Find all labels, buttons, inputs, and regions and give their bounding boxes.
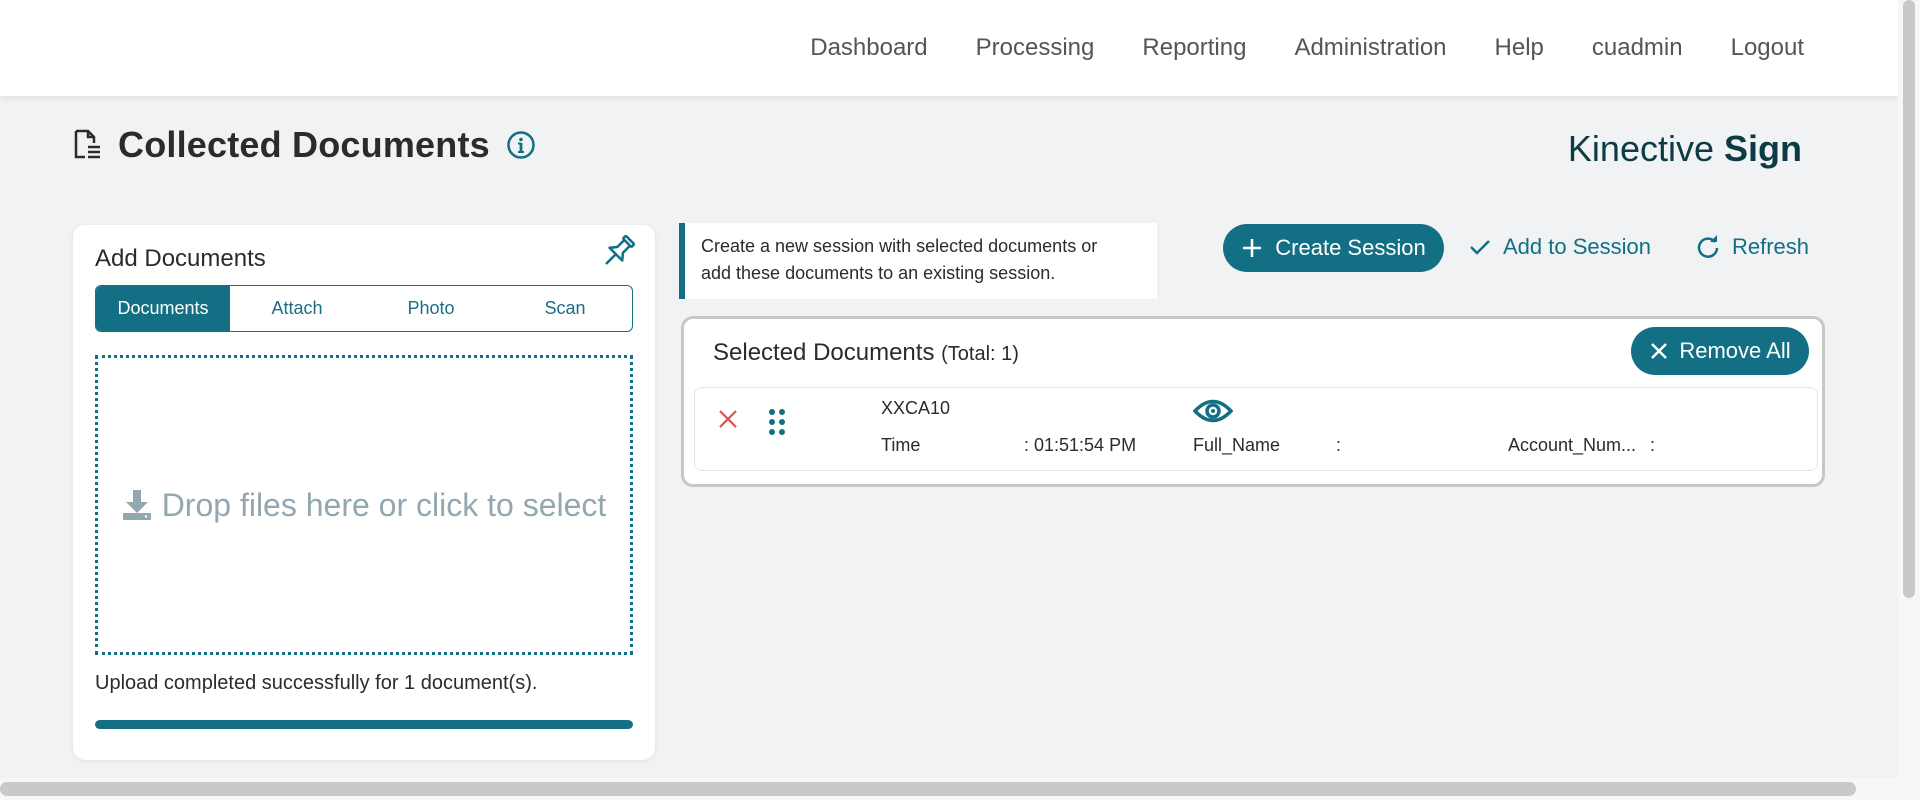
selected-documents-title: Selected Documents — [713, 339, 935, 366]
nav-dashboard[interactable]: Dashboard — [810, 34, 927, 62]
page-title: Collected Documents — [118, 124, 490, 165]
remove-document-icon[interactable] — [717, 408, 739, 430]
add-documents-title: Add Documents — [95, 245, 266, 272]
tab-documents[interactable]: Documents — [96, 286, 230, 331]
upload-progress-bar — [95, 720, 633, 729]
selected-documents-total: (Total: 1) — [941, 343, 1019, 365]
horizontal-scrollbar[interactable] — [0, 778, 1898, 800]
add-to-session-label: Add to Session — [1503, 234, 1651, 259]
full-name-label: Full_Name — [1193, 435, 1281, 455]
brand-name-bold: Sign — [1724, 128, 1802, 169]
selected-documents-panel: Selected Documents (Total: 1) Remove All… — [681, 316, 1825, 487]
close-icon — [1651, 343, 1668, 359]
tab-photo[interactable]: Photo — [364, 286, 498, 331]
horizontal-scrollbar-thumb[interactable] — [0, 782, 1856, 796]
time-value: : 01:51:54 PM — [1024, 435, 1137, 455]
brand-logo: Kinective Sign — [1568, 128, 1802, 170]
nav-logout[interactable]: Logout — [1731, 34, 1804, 62]
eye-icon[interactable] — [1193, 398, 1233, 424]
page-header: Collected Documents — [72, 124, 536, 166]
vertical-scrollbar-thumb[interactable] — [1903, 0, 1915, 598]
tab-attach[interactable]: Attach — [230, 286, 364, 331]
selected-documents-header: Selected Documents (Total: 1) — [713, 339, 1019, 367]
banner-line-2: add these documents to an existing sessi… — [701, 263, 1056, 283]
account-number-label: Account_Num... — [1508, 435, 1637, 455]
dropzone-label: Drop files here or click to select — [122, 486, 607, 524]
vertical-scrollbar[interactable] — [1898, 0, 1920, 800]
create-session-label: Create Session — [1275, 235, 1426, 260]
upload-status-text: Upload completed successfully for 1 docu… — [95, 672, 538, 694]
account-number-value: : — [1650, 435, 1656, 455]
document-name: XXCA10 — [881, 398, 951, 418]
nav-user[interactable]: cuadmin — [1592, 34, 1683, 62]
info-icon[interactable] — [506, 130, 536, 160]
pin-icon[interactable] — [597, 231, 639, 273]
main-nav: Dashboard Processing Reporting Administr… — [810, 34, 1804, 62]
nav-reporting[interactable]: Reporting — [1142, 34, 1246, 62]
nav-help[interactable]: Help — [1495, 34, 1544, 62]
remove-all-button[interactable]: Remove All — [1631, 327, 1809, 375]
document-icon — [74, 129, 100, 159]
dropzone-text: Drop files here or click to select — [161, 486, 607, 523]
download-icon — [122, 490, 151, 520]
upload-tabs: Documents Attach Photo Scan — [95, 285, 633, 332]
create-session-button[interactable]: Create Session — [1223, 224, 1444, 272]
refresh-label: Refresh — [1732, 234, 1810, 259]
time-label: Time — [881, 435, 921, 455]
drag-handle-icon[interactable] — [767, 408, 787, 436]
brand-name-light: Kinective — [1567, 128, 1714, 169]
file-dropzone[interactable]: Drop files here or click to select — [95, 355, 633, 655]
upload-progress-fill — [95, 720, 633, 729]
full-name-value: : — [1336, 435, 1342, 455]
nav-processing[interactable]: Processing — [976, 34, 1095, 62]
remove-all-label: Remove All — [1679, 338, 1791, 363]
top-nav-bar: Dashboard Processing Reporting Administr… — [0, 0, 1898, 96]
tab-scan[interactable]: Scan — [498, 286, 632, 331]
add-to-session-button[interactable]: Add to Session — [1469, 234, 1651, 260]
plus-icon — [1243, 239, 1262, 257]
checkmark-icon — [1470, 240, 1490, 255]
refresh-icon — [1697, 235, 1719, 258]
add-documents-card: Add Documents Documents Attach Photo Sca… — [73, 225, 655, 760]
selected-document-row: XXCA10 Time : 01:51:54 PM Full_Name : Ac… — [694, 387, 1818, 471]
banner-line-1: Create a new session with selected docum… — [701, 236, 1098, 256]
info-banner: Create a new session with selected docum… — [679, 223, 1157, 299]
nav-administration[interactable]: Administration — [1294, 34, 1446, 62]
refresh-button[interactable]: Refresh — [1696, 234, 1809, 260]
